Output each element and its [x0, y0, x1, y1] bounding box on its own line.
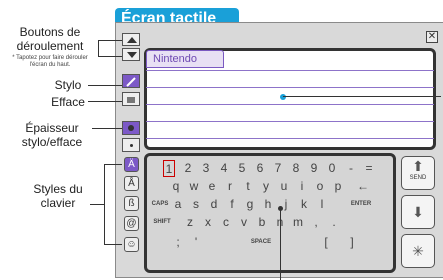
keyboard-style-emoji-button[interactable]: ☺ — [124, 237, 139, 252]
close-icon[interactable]: ✕ — [426, 31, 438, 43]
key[interactable]: = — [363, 160, 375, 177]
key[interactable]: x — [202, 214, 214, 231]
note-line — [146, 104, 434, 105]
key[interactable]: b — [256, 214, 268, 231]
scroll-up-button[interactable] — [122, 33, 140, 46]
key[interactable]: 4 — [218, 160, 230, 177]
key[interactable]: q — [170, 178, 182, 195]
key[interactable]: a — [172, 196, 184, 213]
note-callout-dot — [280, 94, 286, 100]
key[interactable]: . — [328, 214, 340, 231]
key[interactable]: 0 — [326, 160, 338, 177]
eraser-button[interactable] — [122, 92, 140, 106]
note-line — [146, 87, 434, 88]
keyboard-style-accent-button[interactable]: Å — [124, 176, 139, 191]
keyboard-styles-label: Styles du clavier — [33, 182, 83, 210]
callout-line — [104, 244, 122, 245]
key[interactable]: 6 — [254, 160, 266, 177]
thin-dot-icon — [130, 144, 133, 147]
note-name-tab: Nintendo — [146, 50, 224, 68]
key[interactable]: g — [244, 196, 256, 213]
callout-line — [98, 40, 122, 41]
send-label: SEND — [409, 175, 427, 181]
key[interactable]: l — [316, 196, 328, 213]
note-line — [146, 70, 434, 71]
enter-key[interactable]: ENTER — [340, 196, 382, 213]
thickness-thin-button[interactable] — [122, 138, 140, 152]
key[interactable]: 1 — [163, 160, 175, 177]
key[interactable]: t — [242, 178, 254, 195]
key[interactable]: w — [188, 178, 200, 195]
callout-line — [92, 128, 122, 129]
key[interactable]: 9 — [308, 160, 320, 177]
key[interactable]: f — [226, 196, 238, 213]
thickness-thick-button[interactable] — [122, 121, 140, 135]
backspace-key[interactable]: ← — [352, 178, 374, 195]
key[interactable]: r — [224, 178, 236, 195]
callout-line — [104, 164, 122, 165]
callout-line — [280, 208, 281, 280]
key[interactable]: y — [260, 178, 272, 195]
send-button[interactable]: ⬆ SEND — [401, 156, 435, 190]
key[interactable]: u — [278, 178, 290, 195]
key[interactable]: v — [238, 214, 250, 231]
callout-line — [104, 164, 105, 244]
key[interactable]: z — [184, 214, 196, 231]
key[interactable]: 2 — [182, 160, 194, 177]
space-key[interactable]: SPACE — [216, 234, 306, 251]
pen-icon — [126, 77, 136, 87]
eraser-icon — [127, 97, 135, 103]
key[interactable]: s — [190, 196, 202, 213]
note-line — [146, 138, 434, 139]
key[interactable]: , — [310, 214, 322, 231]
key[interactable]: 8 — [290, 160, 302, 177]
sparkle-icon: ✳ — [412, 243, 424, 259]
key[interactable]: [ — [320, 234, 332, 251]
key[interactable]: o — [314, 178, 326, 195]
scroll-buttons-label: Boutons de déroulement — [16, 25, 84, 53]
key[interactable]: 5 — [236, 160, 248, 177]
key[interactable]: 7 — [272, 160, 284, 177]
keyboard-style-latin-button[interactable]: Ä — [124, 157, 139, 172]
key[interactable]: e — [206, 178, 218, 195]
key[interactable]: ; — [172, 234, 184, 251]
caps-key[interactable]: CAPS — [150, 196, 170, 213]
key[interactable]: - — [345, 160, 357, 177]
receive-button[interactable]: ⬇ — [401, 195, 435, 229]
callout-line — [98, 40, 99, 56]
key[interactable]: k — [298, 196, 310, 213]
download-arrow-icon: ⬇ — [412, 204, 424, 220]
pen-label: Stylo — [54, 78, 82, 92]
callout-line — [283, 96, 441, 97]
callout-line — [90, 204, 104, 205]
note-line — [146, 121, 434, 122]
key[interactable]: ' — [190, 234, 202, 251]
key[interactable]: 3 — [200, 160, 212, 177]
scroll-note: * Tapotez pour faire dérouler l'écran du… — [12, 55, 88, 68]
thickness-label: Épaisseur stylo/efface — [21, 121, 83, 149]
clear-button[interactable]: ✳ — [401, 234, 435, 268]
arrow-down-icon — [127, 52, 137, 58]
callout-line — [98, 56, 122, 57]
key[interactable]: ] — [346, 234, 358, 251]
scroll-down-button[interactable] — [122, 48, 140, 61]
callout-line — [88, 85, 122, 86]
pen-button[interactable] — [122, 74, 140, 88]
shift-key[interactable]: SHIFT — [150, 214, 174, 231]
key[interactable]: h — [262, 196, 274, 213]
keyboard-style-symbols-button[interactable]: ß — [124, 196, 139, 211]
upload-arrow-icon: ⬆ — [412, 158, 424, 174]
key[interactable]: p — [332, 178, 344, 195]
eraser-label: Efface — [51, 95, 85, 109]
key[interactable]: i — [296, 178, 308, 195]
thick-dot-icon — [128, 125, 134, 131]
arrow-up-icon — [127, 37, 137, 43]
key[interactable]: m — [292, 214, 304, 231]
key[interactable]: d — [208, 196, 220, 213]
callout-line — [88, 101, 122, 102]
key[interactable]: c — [220, 214, 232, 231]
keyboard-style-at-button[interactable]: @ — [124, 216, 139, 231]
